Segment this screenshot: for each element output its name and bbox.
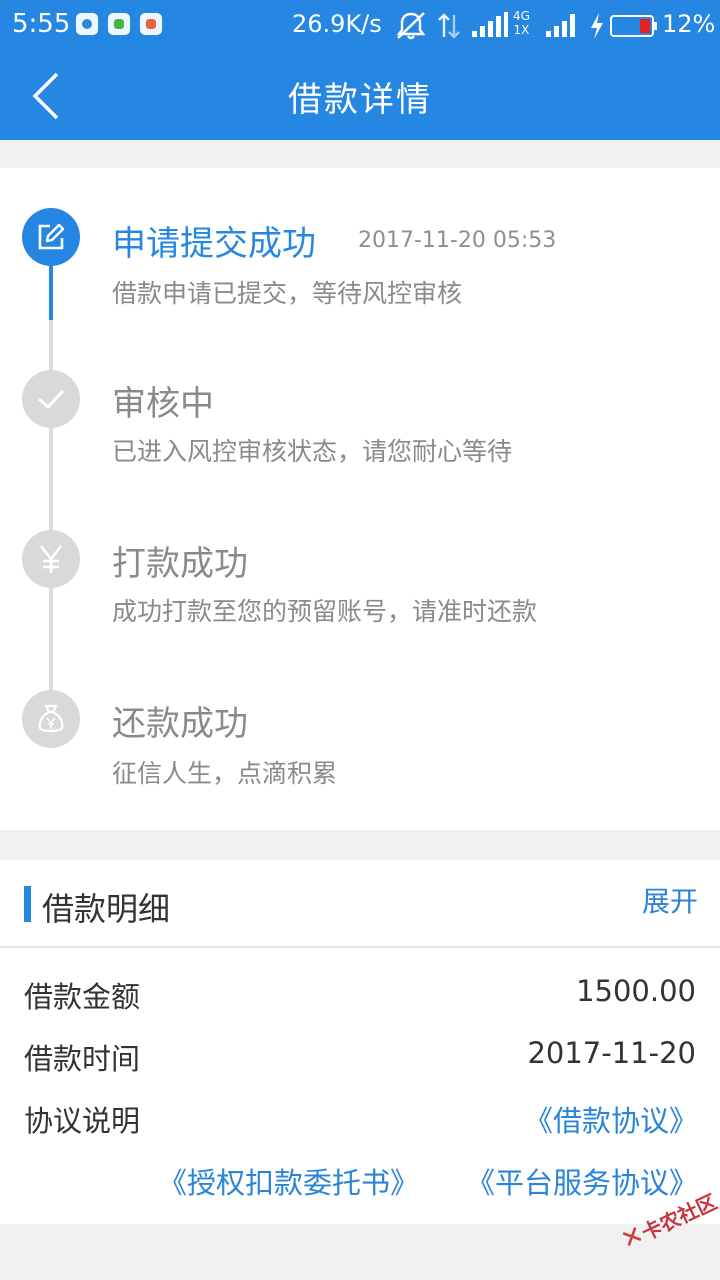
- timeline-step-desc: 已进入风控审核状态，请您耐心等待: [112, 437, 513, 466]
- platform-service-agreement-link[interactable]: 《平台服务协议》: [466, 1160, 698, 1202]
- timeline-step-time: 2017-11-20 05:53: [358, 228, 557, 253]
- debit-authorization-link[interactable]: 《授权扣款委托书》: [158, 1160, 419, 1202]
- money-bag-icon: [38, 704, 64, 733]
- timeline-step-title: 申请提交成功: [112, 224, 316, 264]
- timeline-node-reviewing: [22, 370, 80, 428]
- section-title: 借款明细: [42, 890, 171, 928]
- yen-icon: [39, 545, 63, 573]
- section-accent-bar: [24, 886, 31, 922]
- timeline-step-desc: 征信人生，点滴积累: [112, 759, 338, 788]
- network-speed: 26.9K/s: [292, 10, 382, 38]
- loan-amount-label: 借款金额: [24, 980, 141, 1014]
- expand-button[interactable]: 展开: [642, 880, 698, 920]
- timeline-line-active: [49, 264, 53, 320]
- charging-icon: [591, 13, 603, 39]
- timeline-step-desc: 成功打款至您的预留账号，请准时还款: [112, 597, 538, 626]
- status-bar: 5:55 26.9K/s 4G 1X 12%: [0, 0, 720, 52]
- loan-time-label: 借款时间: [24, 1042, 141, 1076]
- signal-bars-icon: [546, 14, 575, 37]
- notification-app-icon: [76, 13, 98, 35]
- loan-status-timeline: 申请提交成功 2017-11-20 05:53 借款申请已提交，等待风控审核 审…: [0, 168, 720, 830]
- timeline-step-title: 打款成功: [112, 544, 248, 584]
- mute-icon: [396, 12, 426, 40]
- battery-percent: 12%: [662, 10, 716, 38]
- notification-app-icon: [140, 13, 162, 35]
- battery-icon: [610, 15, 657, 37]
- nav-bar: 借款详情: [0, 52, 720, 140]
- divider: [0, 946, 720, 948]
- signal-bars-icon: [472, 12, 508, 37]
- app-header: 5:55 26.9K/s 4G 1X 12% 借款详情: [0, 0, 720, 140]
- timeline-step-desc: 借款申请已提交，等待风控审核: [112, 279, 463, 308]
- timeline-step-title: 审核中: [112, 384, 214, 424]
- timeline-step-title: 还款成功: [112, 704, 248, 744]
- timeline-node-repaid: [22, 690, 80, 748]
- agreement-label: 协议说明: [24, 1104, 141, 1138]
- check-icon: [38, 389, 65, 410]
- notification-app-icon: [108, 13, 130, 35]
- data-transfer-icon: [438, 13, 460, 39]
- loan-agreement-link[interactable]: 《借款协议》: [524, 1098, 698, 1140]
- edit-icon: [38, 223, 65, 250]
- network-type: 4G 1X: [513, 9, 530, 37]
- loan-details-card: 借款明细 展开 借款金额 1500.00 借款时间 2017-11-20 协议说…: [0, 860, 720, 1224]
- timeline-node-submitted: [22, 208, 80, 266]
- status-time: 5:55: [12, 9, 71, 39]
- loan-amount-value: 1500.00: [576, 974, 696, 1008]
- page-title: 借款详情: [288, 80, 432, 120]
- timeline-node-disbursed: [22, 530, 80, 588]
- loan-time-value: 2017-11-20: [527, 1036, 696, 1070]
